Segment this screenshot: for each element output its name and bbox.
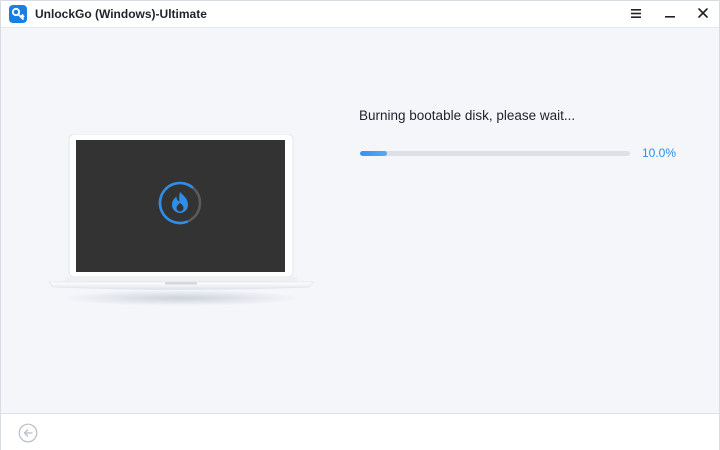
- main-content: Burning bootable disk, please wait... 10…: [1, 28, 719, 413]
- title-bar: UnlockGo (Windows)-Ultimate: [1, 1, 719, 28]
- close-button[interactable]: [690, 3, 716, 25]
- minimize-icon: [665, 5, 675, 23]
- menu-icon: [631, 5, 641, 23]
- back-arrow-icon: [18, 423, 38, 447]
- laptop-illustration: [43, 133, 319, 324]
- footer-bar: [1, 413, 719, 450]
- close-icon: [698, 5, 708, 23]
- burning-flame-icon: [157, 180, 203, 226]
- app-window: UnlockGo (Windows)-Ultimate Burning boot…: [0, 0, 720, 450]
- progress-bar-fill: [360, 151, 387, 156]
- status-message: Burning bootable disk, please wait...: [359, 108, 576, 123]
- progress-percentage: 10.0%: [642, 146, 677, 160]
- app-logo-icon: [9, 5, 27, 23]
- menu-button[interactable]: [623, 3, 649, 25]
- back-button[interactable]: [18, 423, 38, 443]
- minimize-button[interactable]: [657, 3, 683, 25]
- progress-bar: [360, 151, 630, 156]
- app-title: UnlockGo (Windows)-Ultimate: [35, 7, 207, 21]
